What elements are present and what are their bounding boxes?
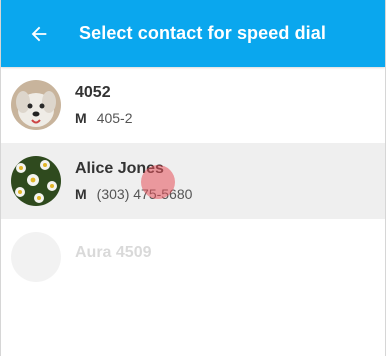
contact-row-alice-jones[interactable]: Alice Jones M (303) 475-5680 bbox=[1, 143, 385, 219]
phone-number: (303) 475-5680 bbox=[96, 186, 193, 202]
contact-name: 4052 bbox=[75, 84, 111, 101]
avatar bbox=[11, 156, 61, 206]
contact-name: Alice Jones bbox=[75, 160, 164, 177]
phone-type-label: M bbox=[75, 186, 87, 202]
speed-dial-contact-picker: Select contact for speed dial 4052 M 405… bbox=[0, 0, 386, 356]
page-title: Select contact for speed dial bbox=[79, 23, 326, 43]
contact-row-aura-4509[interactable]: Aura 4509 bbox=[1, 219, 385, 295]
contact-list: 4052 M 405-2 Alice Jones M (303) 475-568… bbox=[1, 67, 385, 295]
contact-phone-line: M (303) 475-5680 bbox=[75, 186, 192, 202]
avatar bbox=[11, 232, 61, 282]
avatar bbox=[11, 80, 61, 130]
contact-phone-line: M 405-2 bbox=[75, 110, 132, 126]
arrow-left-icon bbox=[28, 23, 50, 45]
phone-number: 405-2 bbox=[96, 110, 133, 126]
phone-type-label: M bbox=[75, 110, 87, 126]
app-bar: Select contact for speed dial bbox=[1, 0, 385, 67]
back-button[interactable] bbox=[9, 0, 69, 67]
contact-row-4052[interactable]: 4052 M 405-2 bbox=[1, 67, 385, 143]
contact-name: Aura 4509 bbox=[75, 244, 152, 261]
